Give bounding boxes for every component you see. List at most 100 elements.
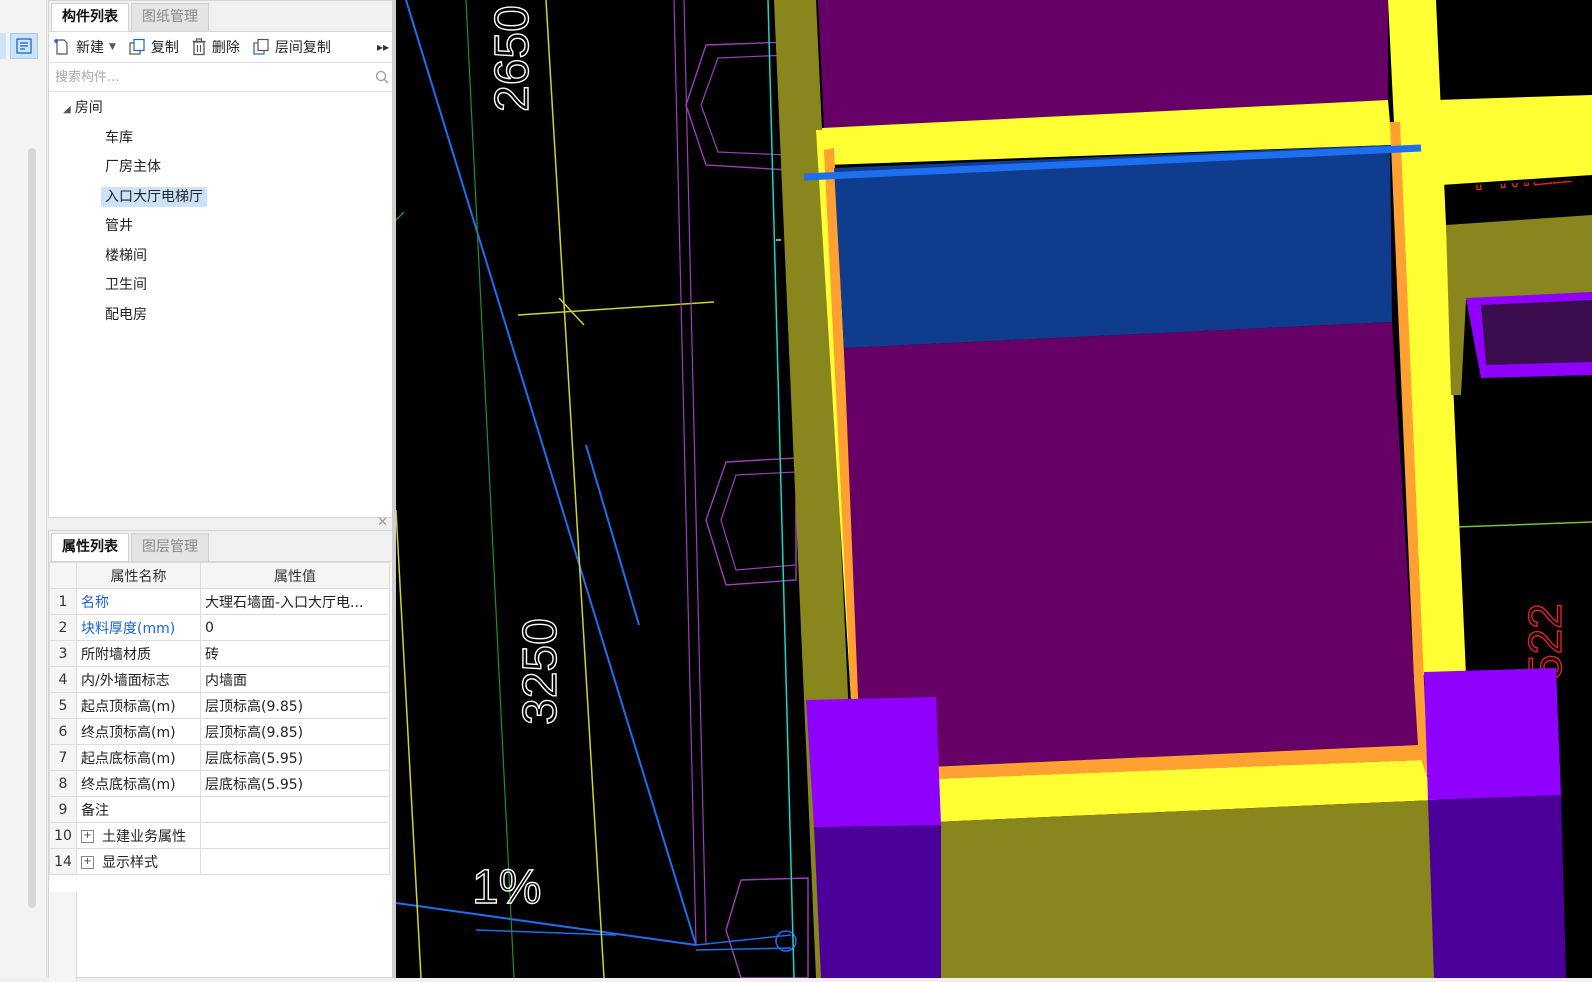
column-violet-right-face[interactable] [1428, 795, 1566, 978]
table-row[interactable]: 2 块料厚度(mm) 0 [49, 614, 390, 641]
tree-root-label: 房间 [74, 100, 103, 116]
tab-component-list[interactable]: 构件列表 [51, 3, 129, 31]
delete-button[interactable]: 删除 [191, 37, 240, 57]
row-number: 4 [49, 666, 77, 693]
table-row[interactable]: 1 名称 大理石墙面-入口大厅电... [49, 588, 390, 615]
room-blue-band[interactable] [834, 145, 1392, 348]
tree-root[interactable]: ◢ 房间 [49, 94, 395, 124]
table-row[interactable]: 8 终点底标高(m) 层底标高(5.95) [49, 770, 390, 797]
table-row-group[interactable]: 14 + 显示样式 [49, 848, 390, 875]
component-tree: ◢ 房间 车库 厂房主体 入口大厅电梯厅 管井 楼梯间 卫生间 配电房 [49, 92, 395, 330]
property-value[interactable] [200, 796, 390, 823]
search-input[interactable] [53, 68, 375, 86]
cad-viewport[interactable]: 2650 3250 1% H1 FM11 522 [396, 0, 1592, 978]
property-value[interactable]: 内墙面 [200, 666, 390, 693]
double-chevron-right-icon[interactable]: ▸▸ [377, 40, 389, 54]
property-value-header: 属性值 [200, 562, 390, 589]
tree-item[interactable]: 卫生间 [49, 271, 395, 301]
row-number: 2 [49, 614, 77, 641]
room-model[interactable] [774, 0, 1592, 978]
list-view-icon [16, 38, 32, 54]
dark-right-recess[interactable] [1481, 300, 1592, 365]
tab-property-list[interactable]: 属性列表 [51, 533, 129, 561]
tab-drawing-management[interactable]: 图纸管理 [131, 3, 209, 31]
dimension-2650: 2650 [486, 5, 539, 112]
tree-item-selected[interactable]: 入口大厅电梯厅 [49, 183, 395, 213]
wall-yellow-right-branch[interactable] [1436, 95, 1592, 185]
new-dropdown-icon[interactable]: ▼ [109, 42, 116, 52]
property-value[interactable]: 大理石墙面-入口大厅电... [200, 588, 390, 615]
property-name: 所附墙材质 [76, 640, 201, 667]
property-name: 终点顶标高(m) [76, 718, 201, 745]
property-table: 属性名称 属性值 1 名称 大理石墙面-入口大厅电... 2 块料厚度(mm) … [49, 562, 390, 875]
close-icon[interactable]: ✕ [377, 515, 388, 530]
property-value[interactable]: 层底标高(5.95) [200, 744, 390, 771]
search-icon[interactable] [375, 70, 389, 84]
table-row[interactable]: 3 所附墙材质 砖 [49, 640, 390, 667]
tree-item[interactable]: 楼梯间 [49, 242, 395, 272]
row-number: 14 [49, 848, 77, 875]
expand-arrow-icon[interactable]: ◢ [63, 104, 71, 115]
table-row[interactable]: 9 备注 [49, 796, 390, 823]
tree-item[interactable]: 管井 [49, 212, 395, 242]
row-number: 10 [49, 822, 77, 849]
row-number: 6 [49, 718, 77, 745]
group-label: 显示样式 [102, 854, 158, 871]
tab-layer-management[interactable]: 图层管理 [131, 533, 209, 561]
component-tabs: 构件列表 图纸管理 [49, 1, 395, 32]
delete-label: 删除 [211, 40, 240, 56]
table-row[interactable]: 7 起点底标高(m) 层底标高(5.95) [49, 744, 390, 771]
property-value[interactable]: 0 [200, 614, 390, 641]
copy-label: 复制 [150, 40, 179, 56]
table-row[interactable]: 6 终点顶标高(m) 层顶标高(9.85) [49, 718, 390, 745]
left-rail-scrollbar[interactable] [28, 148, 36, 908]
copy-icon [129, 38, 145, 55]
group-label: 土建业务属性 [102, 828, 186, 845]
property-name-header: 属性名称 [76, 562, 201, 589]
tree-item-label: 卫生间 [105, 277, 147, 293]
column-violet-right[interactable] [1424, 668, 1561, 800]
property-header-row: 属性名称 属性值 [49, 562, 390, 589]
table-row[interactable]: 4 内/外墙面标志 内墙面 [49, 666, 390, 693]
new-button[interactable]: 新建 ▼ [53, 37, 116, 57]
property-group-name: + 显示样式 [76, 848, 201, 875]
row-number: 5 [49, 692, 77, 719]
dimension-3250: 3250 [514, 618, 567, 725]
row-number-header [49, 562, 77, 589]
expand-plus-icon[interactable]: + [81, 856, 94, 869]
floor-copy-icon [253, 38, 269, 55]
column-violet-left-face[interactable] [814, 825, 941, 978]
cad-drawing[interactable]: 2650 3250 1% H1 FM11 522 [396, 0, 1592, 978]
tree-item[interactable]: 配电房 [49, 301, 395, 331]
tree-item-label: 厂房主体 [105, 159, 161, 175]
property-tabs: 属性列表 图层管理 [49, 531, 395, 562]
property-value[interactable]: 层顶标高(9.85) [200, 718, 390, 745]
property-name: 起点底标高(m) [76, 744, 201, 771]
property-value[interactable]: 砖 [200, 640, 390, 667]
property-name: 内/外墙面标志 [76, 666, 201, 693]
floor-copy-button[interactable]: 层间复制 [252, 37, 331, 57]
new-label: 新建 [76, 40, 104, 56]
olive-floor-face[interactable] [866, 800, 1436, 978]
tree-item-label: 配电房 [105, 306, 147, 323]
panel-splitter[interactable]: ✕ [48, 515, 396, 530]
copy-button[interactable]: 复制 [128, 37, 179, 57]
row-number: 9 [49, 796, 77, 823]
tree-item[interactable]: 车库 [49, 124, 395, 154]
list-view-button[interactable] [10, 33, 38, 59]
row-number-column-fill [49, 892, 77, 982]
trash-icon [192, 38, 206, 56]
expand-plus-icon[interactable]: + [81, 830, 94, 843]
component-search [49, 62, 395, 92]
property-value[interactable]: 层底标高(5.95) [200, 770, 390, 797]
rail-nub [0, 33, 6, 59]
table-row-group[interactable]: 10 + 土建业务属性 [49, 822, 390, 849]
row-number: 1 [49, 588, 77, 615]
column-violet-left[interactable] [806, 697, 941, 827]
table-row[interactable]: 5 起点顶标高(m) 层顶标高(9.85) [49, 692, 390, 719]
tree-item-label: 入口大厅电梯厅 [101, 186, 207, 207]
property-value[interactable]: 层顶标高(9.85) [200, 692, 390, 719]
row-number: 8 [49, 770, 77, 797]
tree-item[interactable]: 厂房主体 [49, 153, 395, 183]
tree-item-label: 管井 [105, 218, 133, 234]
